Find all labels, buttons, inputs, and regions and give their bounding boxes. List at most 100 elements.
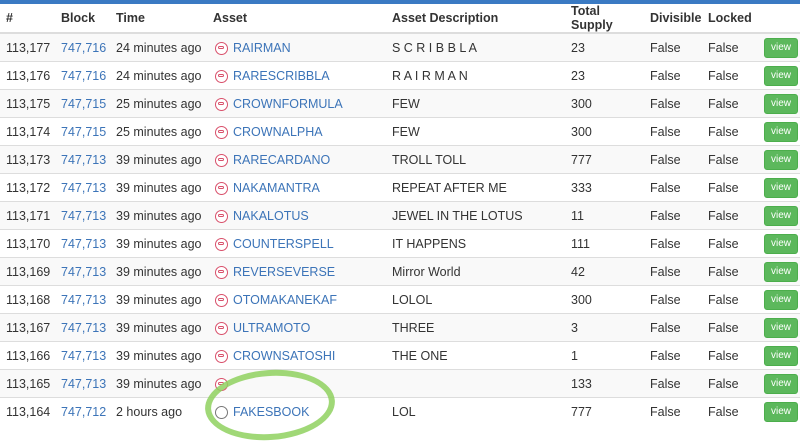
row-number: 113,174 [0,117,55,146]
block-cell: 747,716 [55,61,110,90]
asset-link[interactable]: ULTRAMOTO [233,321,310,335]
table-row: 113,165 747,713 39 minutes ago 133 False Fals… [0,369,800,398]
asset-link[interactable]: RARESCRIBBLA [233,69,330,83]
table-row: 113,166 747,713 39 minutes ago CROWNSATOSHI… [0,341,800,370]
block-link[interactable]: 747,713 [61,153,106,167]
view-button[interactable]: view [764,65,799,86]
asset-cell: ULTRAMOTO [207,313,386,342]
block-link[interactable]: 747,713 [61,237,106,251]
asset-link[interactable]: REVERSEVERSE [233,265,335,279]
view-button[interactable]: view [764,289,799,310]
table-row: 113,171 747,713 39 minutes ago NAKALOTUS JEW… [0,201,800,230]
divisible: False [644,117,702,146]
table-row: 113,164 747,712 2 hours ago FAKESBOOK LOL 777… [0,397,800,425]
view-button[interactable]: view [764,149,799,170]
view-button[interactable]: view [764,261,799,282]
asset-link[interactable]: OTOMAKANEKAF [233,293,337,307]
time-cell: 39 minutes ago [110,173,207,202]
row-number: 113,177 [0,32,55,62]
block-link[interactable]: 747,716 [61,41,106,55]
asset-link[interactable]: RARECARDANO [233,153,330,167]
table-row: 113,177 747,716 24 minutes ago RAIRMAN S C R… [0,32,800,62]
view-button[interactable]: view [764,93,799,114]
asset-link[interactable]: COUNTERSPELL [233,237,334,251]
actions-cell: view [756,341,800,370]
block-link[interactable]: 747,712 [61,405,106,419]
asset-icon [215,97,228,111]
block-link[interactable]: 747,715 [61,97,106,111]
block-link[interactable]: 747,713 [61,349,106,363]
view-button[interactable]: view [764,317,799,338]
block-cell: 747,712 [55,397,110,425]
block-cell: 747,713 [55,313,110,342]
divisible: False [644,341,702,370]
asset-link[interactable]: RAIRMAN [233,41,291,55]
total-supply: 300 [565,89,644,118]
actions-cell: view [756,369,800,398]
asset-description [386,369,565,398]
table-row: 113,176 747,716 24 minutes ago RARESCRIBBLA… [0,61,800,90]
block-link[interactable]: 747,713 [61,265,106,279]
view-button[interactable]: view [764,205,799,226]
asset-cell: NAKALOTUS [207,201,386,230]
total-supply: 23 [565,32,644,62]
divisible: False [644,313,702,342]
block-cell: 747,713 [55,285,110,314]
asset-link[interactable]: CROWNALPHA [233,125,323,139]
block-link[interactable]: 747,713 [61,377,106,391]
actions-cell: view [756,173,800,202]
view-button[interactable]: view [764,401,799,422]
asset-description: THREE [386,313,565,342]
row-number: 113,168 [0,285,55,314]
block-cell: 747,715 [55,89,110,118]
asset-link[interactable]: NAKAMANTRA [233,181,320,195]
time-cell: 2 hours ago [110,397,207,425]
time-cell: 24 minutes ago [110,61,207,90]
block-cell: 747,713 [55,173,110,202]
block-link[interactable]: 747,715 [61,125,106,139]
view-button[interactable]: view [764,121,799,142]
asset-cell: OTOMAKANEKAF [207,285,386,314]
block-link[interactable]: 747,713 [61,209,106,223]
asset-link[interactable]: NAKALOTUS [233,209,309,223]
asset-cell: CROWNSATOSHI [207,341,386,370]
col-header-total-supply: Total Supply [565,4,644,34]
block-link[interactable]: 747,713 [61,321,106,335]
view-button[interactable]: view [764,177,799,198]
divisible: False [644,89,702,118]
block-link[interactable]: 747,713 [61,293,106,307]
locked: False [702,313,756,342]
block-cell: 747,713 [55,229,110,258]
asset-description: TROLL TOLL [386,145,565,174]
time-cell: 24 minutes ago [110,32,207,62]
divisible: False [644,201,702,230]
asset-description: LOL [386,397,565,425]
locked: False [702,369,756,398]
divisible: False [644,257,702,286]
asset-description: REPEAT AFTER ME [386,173,565,202]
asset-cell: RARECARDANO [207,145,386,174]
view-button[interactable]: view [764,373,799,394]
total-supply: 777 [565,397,644,425]
actions-cell: view [756,32,800,62]
view-button[interactable]: view [764,37,799,58]
col-header-asset: Asset [207,4,386,34]
locked: False [702,397,756,425]
asset-cell: REVERSEVERSE [207,257,386,286]
asset-icon [215,265,228,279]
table-row: 113,167 747,713 39 minutes ago ULTRAMOTO THR… [0,313,800,342]
asset-description: IT HAPPENS [386,229,565,258]
block-link[interactable]: 747,713 [61,181,106,195]
actions-cell: view [756,117,800,146]
view-button[interactable]: view [764,233,799,254]
asset-link[interactable]: CROWNFORMULA [233,97,343,111]
asset-link[interactable]: CROWNSATOSHI [233,349,335,363]
block-cell: 747,713 [55,341,110,370]
total-supply: 777 [565,145,644,174]
actions-cell: view [756,201,800,230]
view-button[interactable]: view [764,345,799,366]
block-link[interactable]: 747,716 [61,69,106,83]
row-number: 113,170 [0,229,55,258]
asset-icon [215,125,228,139]
total-supply: 1 [565,341,644,370]
